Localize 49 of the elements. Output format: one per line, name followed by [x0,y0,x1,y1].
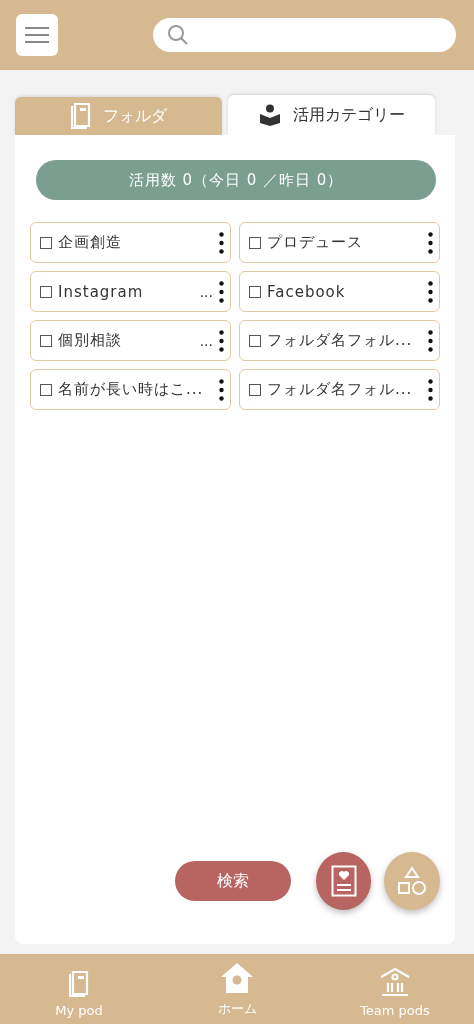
checkbox[interactable] [249,334,261,347]
more-icon[interactable] [219,231,224,254]
checkbox[interactable] [40,236,52,249]
search-field[interactable] [153,18,456,52]
ellipsis-text: ... [199,283,213,300]
menu-button[interactable] [16,14,58,56]
more-icon[interactable] [219,280,224,303]
menu-icon [24,26,50,44]
search-icon [167,24,189,46]
house-icon [220,962,254,994]
category-item[interactable]: Facebook [239,271,440,312]
category-item[interactable]: フォルダ名フォル... [239,320,440,361]
more-icon[interactable] [428,280,433,303]
more-icon[interactable] [428,231,433,254]
category-item[interactable]: 企画創造 [30,222,231,263]
category-item[interactable]: プロデュース [239,222,440,263]
tab[interactable]: 活用カテゴリー [228,95,435,135]
notebook-icon [70,103,91,129]
category-item[interactable]: フォルダ名フォル... [239,369,440,410]
card-button[interactable] [315,852,372,910]
category-label: 名前が長い時はこ... [58,380,205,399]
category-label: フォルダ名フォル... [267,331,414,350]
category-item[interactable]: 個別相談 ... [30,320,231,361]
checkbox[interactable] [249,285,261,298]
more-icon[interactable] [428,329,433,352]
more-icon[interactable] [219,378,224,401]
search-button[interactable]: 検索 [175,861,291,901]
checkbox[interactable] [249,383,261,396]
category-label: Facebook [267,282,347,301]
reading-person-icon [258,104,281,126]
category-label: 個別相談 [58,331,123,350]
shapes-icon [397,866,428,896]
category-item[interactable]: 名前が長い時はこ... [30,369,231,410]
category-label: 企画創造 [58,233,123,252]
category-label: プロデュース [267,233,364,252]
checkbox[interactable] [249,236,261,249]
checkbox[interactable] [40,285,52,298]
heart-card-icon [330,865,357,897]
category-item[interactable]: Instagram ... [30,271,231,312]
building-icon [379,967,411,997]
category-label: Instagram [58,282,145,301]
checkbox[interactable] [40,383,52,396]
ellipsis-text: ... [199,332,213,349]
more-icon[interactable] [428,378,433,401]
usage-counter: 活用数 0（今日 0 ／昨日 0） [36,160,436,200]
notebook-icon [69,971,89,997]
more-icon[interactable] [219,329,224,352]
checkbox[interactable] [40,334,52,347]
category-label: フォルダ名フォル... [267,380,414,399]
